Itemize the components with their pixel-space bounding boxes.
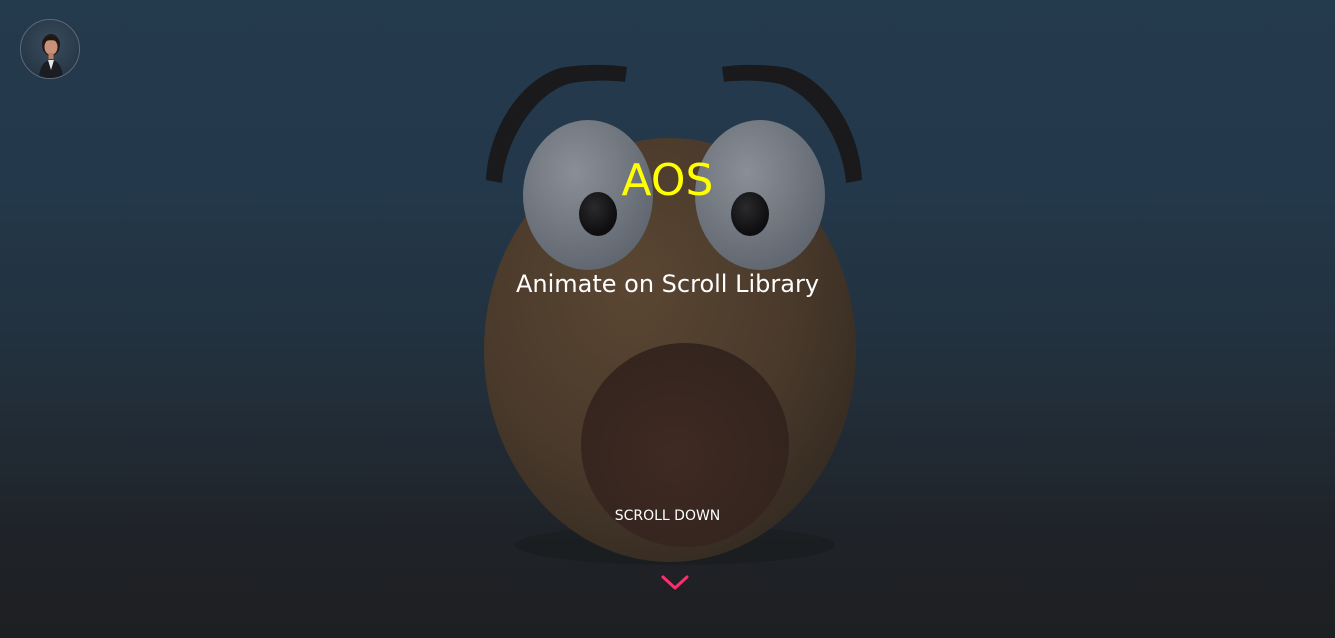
hero-section: AOS Animate on Scroll Library SCROLL DOW… — [0, 0, 1335, 638]
page-title: AOS — [621, 155, 714, 206]
chevron-down-icon[interactable] — [660, 572, 690, 592]
avatar-image — [21, 20, 79, 78]
avatar[interactable] — [20, 19, 80, 79]
page-subtitle: Animate on Scroll Library — [515, 270, 820, 298]
scroll-down-label[interactable]: SCROLL DOWN — [0, 508, 1335, 524]
surprised-face-illustration — [484, 64, 862, 565]
